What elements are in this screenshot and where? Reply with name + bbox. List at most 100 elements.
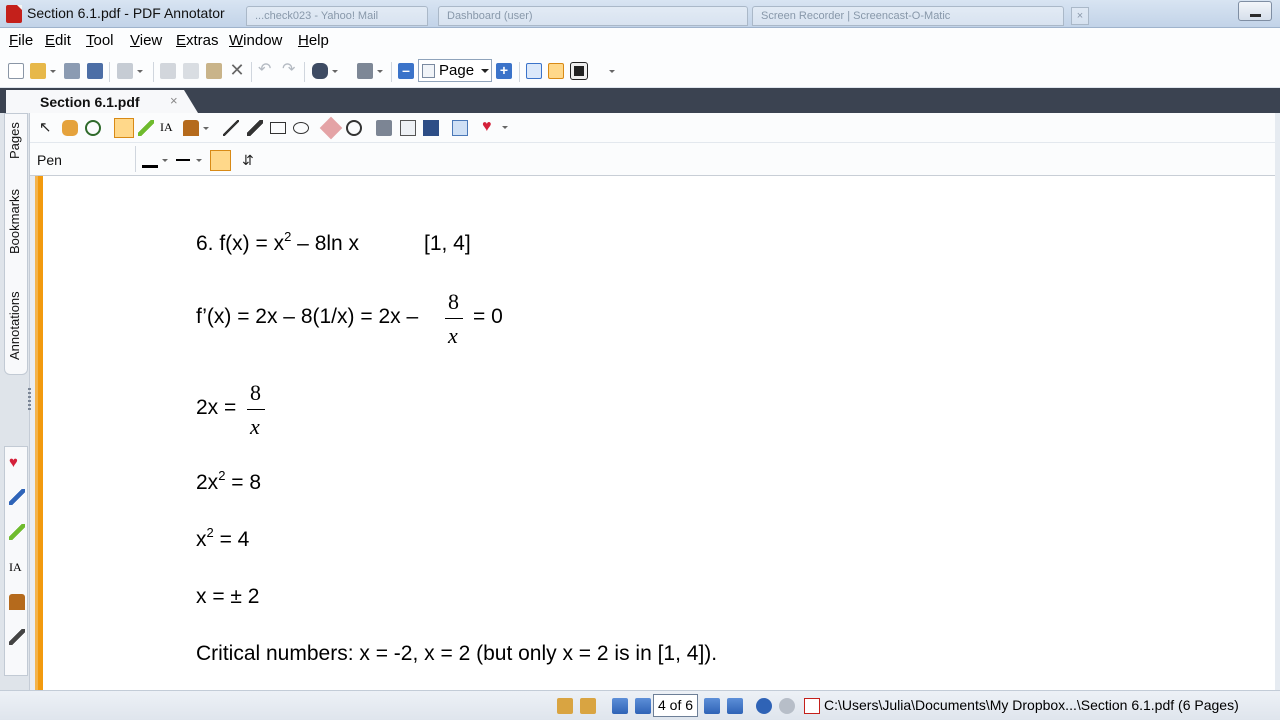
fraction-bar: [247, 409, 265, 410]
background-taskbar-tab[interactable]: ...check023 - Yahoo! Mail: [246, 6, 428, 26]
first-page-icon[interactable]: [612, 698, 628, 714]
step-x-squared: x2 = 4: [196, 525, 250, 551]
previous-page-icon[interactable]: [635, 698, 651, 714]
derivative-line: f’(x) = 2x – 8(1/x) = 2x –: [196, 305, 419, 328]
step-2x-squared: 2x2 = 8: [196, 468, 262, 494]
menu-file[interactable]: File: [9, 32, 33, 49]
vertical-scrollbar[interactable]: [1275, 113, 1280, 690]
page-left-margin-bar: [35, 176, 43, 690]
chevron-down-icon: [481, 69, 489, 73]
background-close-icon[interactable]: ×: [1071, 7, 1089, 25]
title-bar: Section 6.1.pdf - PDF Annotator ...check…: [0, 0, 1280, 28]
insert-image-icon[interactable]: [452, 120, 468, 136]
camera-snapshot-icon[interactable]: [376, 120, 392, 136]
rectangle-tool-icon[interactable]: [270, 122, 286, 134]
undo-icon[interactable]: ↶: [258, 62, 274, 79]
tab-annotations[interactable]: Annotations: [7, 291, 22, 360]
main-toolbar: ✕ ↶ ↷ – +: [0, 54, 1280, 88]
menu-window[interactable]: Window: [229, 32, 282, 49]
fit-width-icon[interactable]: [548, 63, 564, 79]
print-icon[interactable]: [117, 63, 143, 79]
fraction-denominator: x: [448, 323, 458, 348]
favorites-heart-icon[interactable]: ♥: [9, 455, 25, 471]
fraction-numerator: 8: [448, 289, 459, 314]
menu-help[interactable]: Help: [298, 32, 329, 49]
pen-options-icon[interactable]: ⇵: [242, 152, 258, 168]
zoom-mode-select[interactable]: Page: [418, 59, 492, 82]
zoom-out-icon[interactable]: –: [398, 63, 414, 79]
new-document-icon[interactable]: [8, 63, 24, 79]
ellipse-tool-icon[interactable]: [293, 122, 309, 134]
next-page-icon[interactable]: [704, 698, 720, 714]
forward-icon[interactable]: [779, 698, 795, 714]
pen-icon[interactable]: [9, 489, 25, 505]
last-page-icon[interactable]: [727, 698, 743, 714]
zoom-magnifier-icon[interactable]: [85, 120, 101, 136]
back-icon[interactable]: [756, 698, 772, 714]
select-area-icon[interactable]: [400, 120, 416, 136]
menu-edit[interactable]: Edit: [45, 32, 71, 49]
step-2x-equals: 2x =: [196, 396, 237, 419]
minimize-button[interactable]: [1238, 1, 1272, 21]
eraser-icon[interactable]: [319, 116, 343, 140]
menu-extras[interactable]: Extras: [176, 32, 219, 49]
critical-numbers-conclusion: Critical numbers: x = -2, x = 2 (but onl…: [196, 642, 718, 665]
open-folder-icon[interactable]: [30, 63, 56, 79]
typewriter-icon[interactable]: IA: [160, 120, 176, 136]
lasso-icon[interactable]: [346, 120, 362, 136]
stamp-tool-icon[interactable]: [183, 120, 209, 136]
fraction-numerator: 8: [250, 380, 261, 405]
pen-tool-icon[interactable]: [114, 118, 134, 138]
fullscreen-icon[interactable]: [570, 62, 588, 80]
background-taskbar-tab[interactable]: Dashboard (user): [438, 6, 748, 26]
toolbar-overflow-icon[interactable]: [589, 63, 615, 79]
pen-color-icon[interactable]: [142, 152, 168, 168]
favorites-tool-strip: ♥ IA: [4, 446, 28, 676]
panel-resize-grip[interactable]: [28, 388, 31, 412]
text-tool-icon[interactable]: IA: [9, 559, 25, 575]
smooth-line-icon[interactable]: [210, 150, 231, 171]
line-tool-icon[interactable]: [223, 120, 239, 136]
fraction-bar: [445, 318, 463, 319]
copy-icon[interactable]: [183, 63, 199, 79]
problem-statement: 6. f(x) = x2 – 8ln x: [196, 229, 360, 255]
fit-height-icon[interactable]: [526, 63, 542, 79]
redo-icon[interactable]: ↷: [282, 62, 298, 79]
find-binoculars-icon[interactable]: [312, 63, 338, 79]
window-title: Section 6.1.pdf - PDF Annotator: [27, 5, 225, 21]
previous-document-icon[interactable]: [557, 698, 573, 714]
select-arrow-icon[interactable]: ↖: [39, 120, 55, 136]
save-as-icon[interactable]: [87, 63, 103, 79]
side-panel-tabs: Pages Bookmarks Annotations: [4, 113, 28, 375]
document-tab-label[interactable]: Section 6.1.pdf: [40, 94, 140, 110]
paste-icon[interactable]: [206, 63, 222, 79]
tab-pages[interactable]: Pages: [7, 122, 22, 159]
menu-view[interactable]: View: [130, 32, 162, 49]
zoom-in-icon[interactable]: +: [496, 63, 512, 79]
menu-tool[interactable]: Tool: [86, 32, 114, 49]
close-tab-icon[interactable]: ×: [170, 93, 178, 108]
arrow-tool-icon[interactable]: [9, 629, 25, 645]
tab-bookmarks[interactable]: Bookmarks: [7, 189, 22, 254]
line-style-icon[interactable]: [176, 152, 202, 168]
highlighter-tool-icon[interactable]: [138, 120, 154, 136]
hand-pan-icon[interactable]: [62, 120, 78, 136]
arrow-line-icon[interactable]: [247, 120, 263, 136]
save-icon[interactable]: [64, 63, 80, 79]
step-x-plus-minus: x = ± 2: [196, 585, 260, 608]
crop-icon[interactable]: [423, 120, 439, 136]
delete-icon[interactable]: ✕: [229, 61, 245, 79]
next-document-icon[interactable]: [580, 698, 596, 714]
annotation-toolbar: ↖ IA ♥: [30, 113, 1275, 143]
favorites-heart-icon[interactable]: ♥: [482, 119, 508, 135]
background-taskbar-tab[interactable]: Screen Recorder | Screencast-O-Matic: [752, 6, 1064, 26]
highlighter-icon[interactable]: [9, 524, 25, 540]
cut-icon[interactable]: [160, 63, 176, 79]
problem-interval: [1, 4]: [424, 232, 471, 255]
pdf-annotator-app-icon[interactable]: [6, 5, 22, 23]
zoom-mode-value: Page: [439, 62, 475, 79]
fraction-denominator: x: [250, 414, 260, 439]
stamp-icon[interactable]: [9, 594, 25, 610]
page-number-field[interactable]: 4 of 6: [653, 694, 698, 717]
page-layout-icon[interactable]: [357, 63, 383, 79]
